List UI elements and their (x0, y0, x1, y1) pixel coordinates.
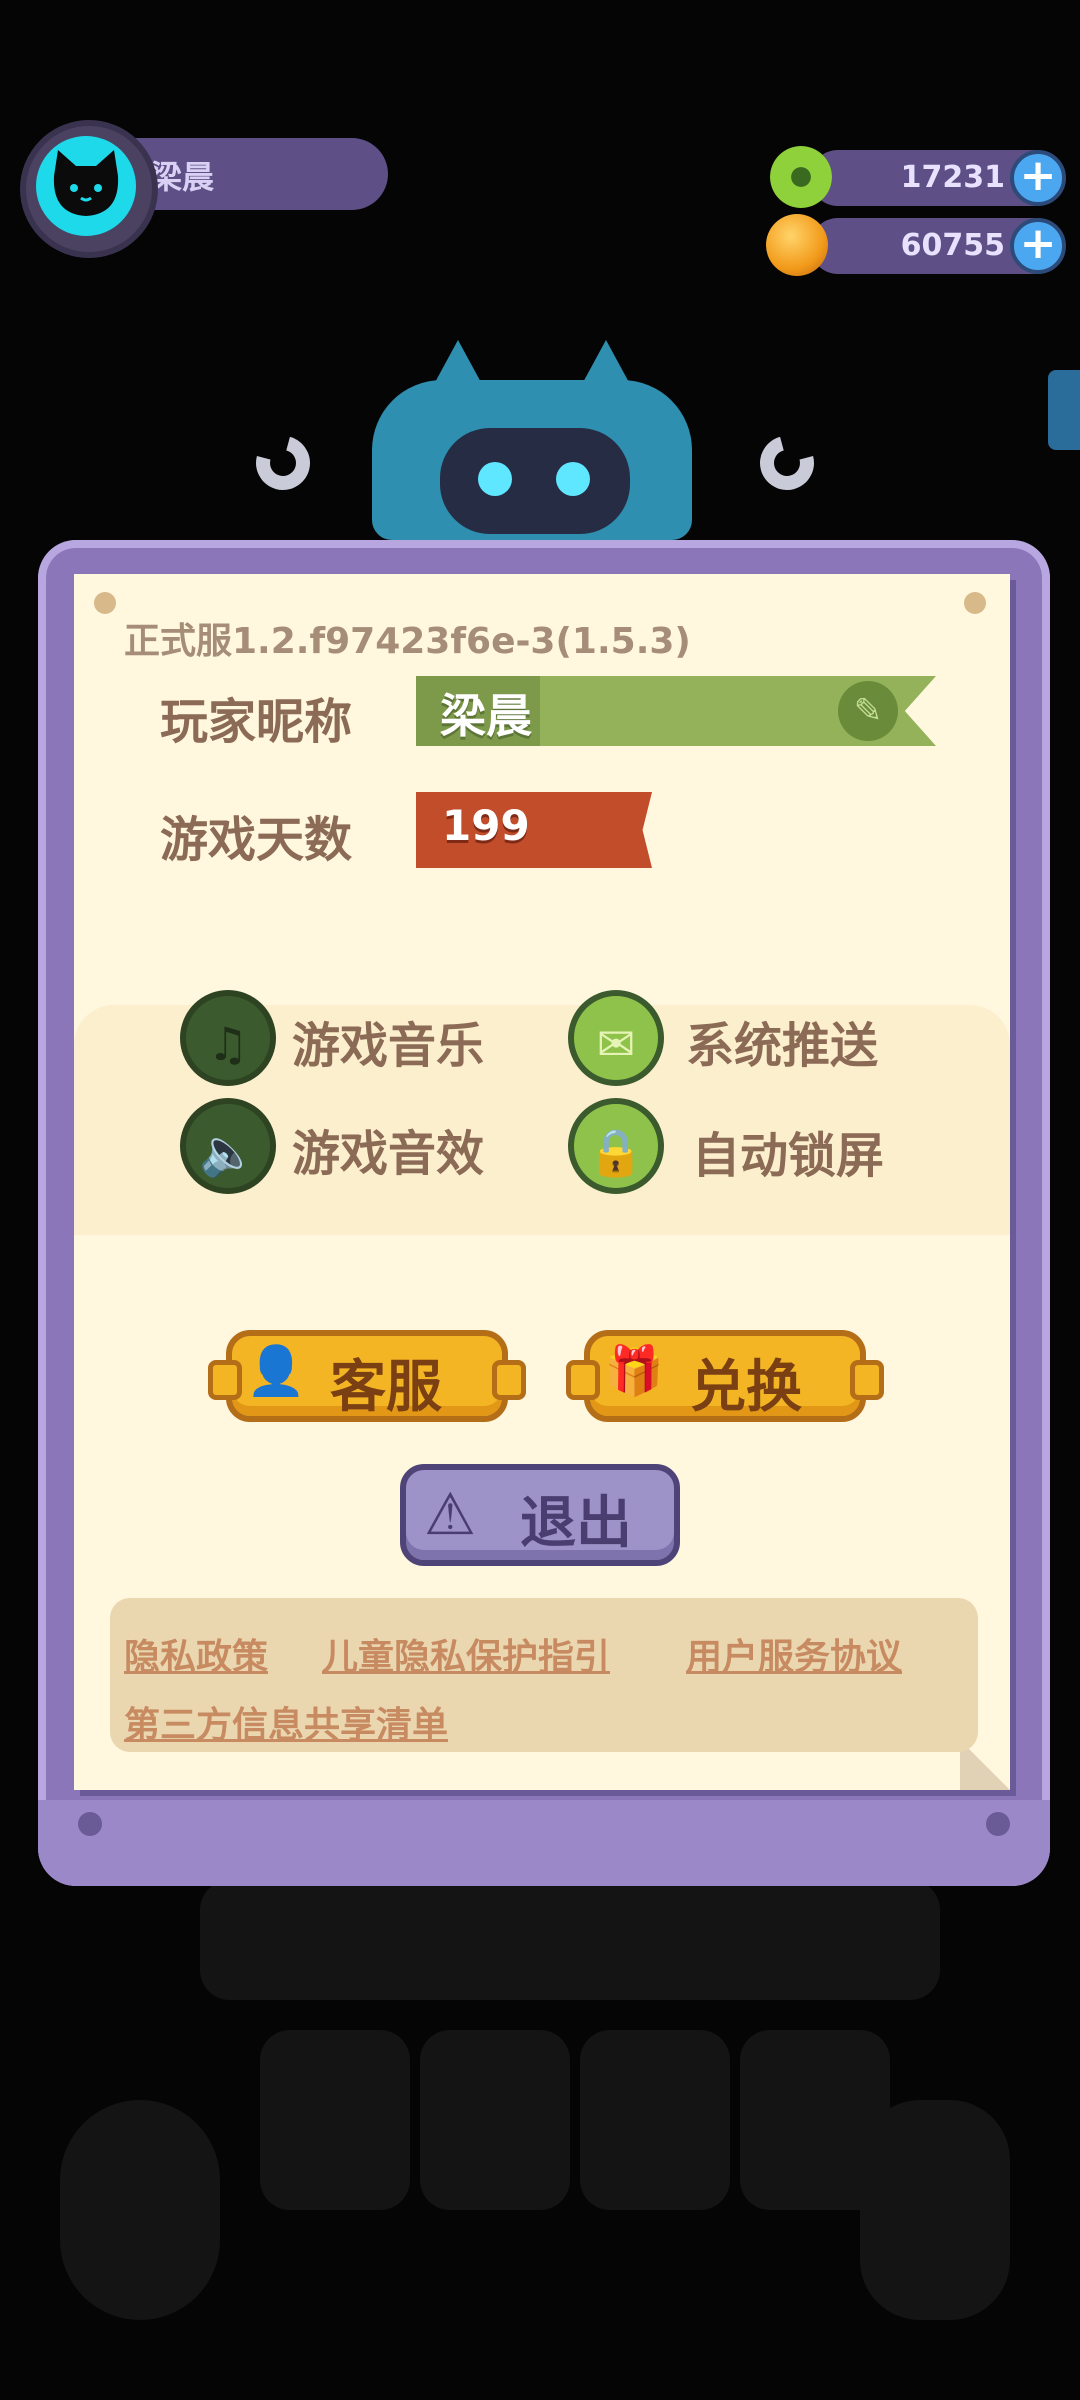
button-nub (208, 1360, 242, 1400)
robot-right-claw-icon (750, 426, 824, 500)
push-label[interactable]: 系统推送 (686, 1006, 878, 1076)
background-figure-left (60, 2100, 220, 2320)
background-scene (200, 1880, 940, 2000)
robot-left-claw-icon (246, 426, 320, 500)
background-card (580, 2030, 730, 2210)
robot-right-eye-icon (556, 462, 590, 496)
logout-label: 退出 (520, 1491, 632, 1556)
redeem-label: 兑换 (690, 1355, 802, 1420)
lock-icon[interactable]: 🔒 (568, 1098, 664, 1194)
background-card (260, 2030, 410, 2210)
robot-left-eye-icon (478, 462, 512, 496)
envelope-icon[interactable]: ✉ (568, 990, 664, 1086)
days-value: 199 (442, 801, 530, 850)
speaker-icon[interactable]: 🔈 (180, 1098, 276, 1194)
orange-planet-coin-icon (766, 214, 828, 276)
button-nub (566, 1360, 600, 1400)
panel-base (38, 1800, 1050, 1886)
cat-face-icon (53, 150, 119, 216)
gift-icon: 🎁 (604, 1343, 664, 1399)
warning-icon: ⚠ (424, 1480, 476, 1548)
background-card (420, 2030, 570, 2210)
child-privacy-link[interactable]: 儿童隐私保护指引 (322, 1628, 610, 1680)
music-label[interactable]: 游戏音乐 (292, 1006, 484, 1076)
green-donut-coin-icon (770, 146, 832, 208)
screw-icon (78, 1812, 102, 1836)
robot-face (440, 428, 630, 534)
profile-name: 梁晨 (150, 158, 215, 196)
button-nub (850, 1360, 884, 1400)
days-label: 游戏天数 (160, 812, 353, 868)
avatar[interactable] (36, 136, 136, 236)
add-donut-button[interactable]: + (1010, 150, 1066, 206)
side-clip-icon[interactable] (1048, 370, 1080, 450)
person-icon: 👤 (246, 1343, 306, 1399)
add-planet-button[interactable]: + (1010, 218, 1066, 274)
button-nub (492, 1360, 526, 1400)
pin-icon (964, 592, 986, 614)
currency-value-donut: 17231 (900, 160, 1005, 195)
privacy-policy-link[interactable]: 隐私政策 (124, 1628, 268, 1680)
third-party-sharing-link[interactable]: 第三方信息共享清单 (124, 1696, 448, 1748)
customer-service-label: 客服 (330, 1355, 442, 1420)
pin-icon (94, 592, 116, 614)
terms-of-service-link[interactable]: 用户服务协议 (686, 1628, 902, 1680)
screw-icon (986, 1812, 1010, 1836)
edit-pencil-icon[interactable]: ✎ (838, 681, 898, 741)
currency-value-planet: 60755 (900, 228, 1005, 263)
nickname-label: 玩家昵称 (160, 694, 353, 750)
music-note-icon[interactable]: ♫ (180, 990, 276, 1086)
background-figure-right (860, 2100, 1010, 2320)
autolock-label[interactable]: 自动锁屏 (692, 1116, 884, 1186)
sfx-label[interactable]: 游戏音效 (292, 1114, 484, 1184)
version-text: 正式服1.2.f97423f6e-3(1.5.3) (124, 621, 691, 662)
nickname-value: 梁晨 (440, 689, 532, 743)
